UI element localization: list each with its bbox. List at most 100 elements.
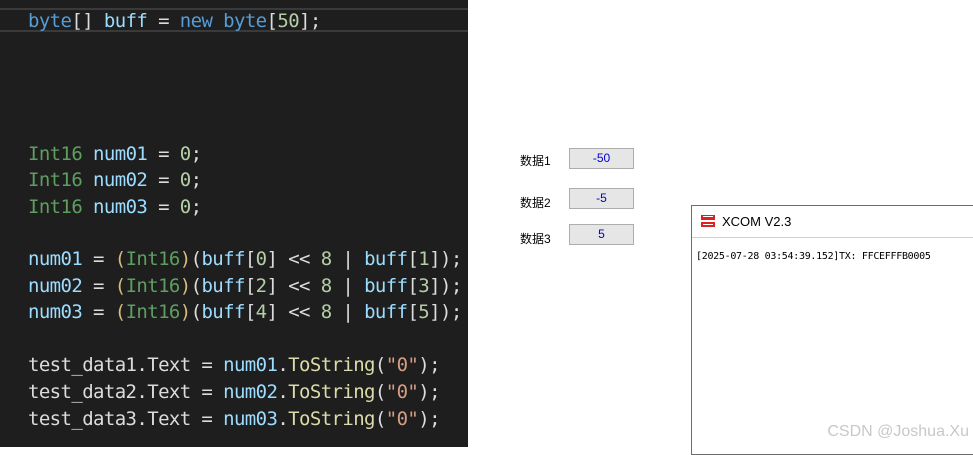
atk-logo-icon	[700, 213, 716, 229]
code-token: buff	[364, 248, 408, 270]
code-token: );	[418, 354, 440, 376]
code-token: [	[407, 275, 419, 297]
code-token: 5	[418, 301, 430, 323]
code-token: =	[190, 381, 224, 403]
code-token: [	[244, 275, 256, 297]
code-token: ;	[190, 169, 202, 191]
xcom-log-text: [2025-07-28 03:54:39.152]TX: FFCEFFFB000…	[696, 251, 931, 262]
code-token: [	[244, 301, 256, 323]
code-token: |	[331, 275, 365, 297]
code-token: 8	[320, 275, 332, 297]
code-token: (	[114, 301, 126, 323]
code-token: num02	[93, 169, 148, 191]
code-token: );	[418, 408, 440, 430]
field-label-3: 数据3	[520, 232, 551, 246]
field-label-1: 数据1	[520, 154, 551, 168]
code-token: =	[147, 143, 180, 165]
code-token: "0"	[385, 408, 419, 430]
code-token: buff	[201, 275, 245, 297]
code-token: (	[190, 275, 202, 297]
code-line: num01 = (Int16)(buff[0] << 8 | buff[1]);	[28, 246, 462, 272]
code-token: 8	[320, 248, 332, 270]
code-token: num03	[93, 196, 148, 218]
code-token: Int16	[125, 275, 181, 297]
code-token: .	[277, 354, 289, 376]
code-token: =	[82, 248, 115, 270]
code-token: )	[179, 248, 191, 270]
code-token: .	[277, 381, 289, 403]
code-token: Int16	[28, 196, 83, 218]
code-token: test_data3	[28, 408, 137, 430]
code-token: Int16	[28, 169, 83, 191]
code-token: (	[374, 408, 386, 430]
code-token: buff	[201, 248, 245, 270]
code-token: |	[331, 248, 365, 270]
code-token: .	[136, 354, 148, 376]
code-token: 4	[255, 301, 267, 323]
code-token: ];	[299, 10, 321, 32]
code-token: ToString	[288, 408, 375, 430]
test-data3-textbox[interactable]: 5	[569, 224, 634, 245]
code-token: []	[71, 10, 104, 32]
xcom-titlebar[interactable]: XCOM V2.3	[692, 206, 973, 238]
code-token: ] <<	[266, 248, 321, 270]
code-token: .	[277, 408, 289, 430]
code-token: Int16	[28, 143, 83, 165]
code-token: num01	[93, 143, 148, 165]
code-line: Int16 num02 = 0;	[28, 167, 202, 193]
code-token: .	[136, 408, 148, 430]
code-token: buff	[201, 301, 245, 323]
code-token: ] <<	[266, 301, 321, 323]
code-token: (	[190, 301, 202, 323]
code-token: [	[266, 10, 278, 32]
code-token: (	[114, 248, 126, 270]
field-label-2: 数据2	[520, 196, 551, 210]
code-token: (	[190, 248, 202, 270]
xcom-title: XCOM V2.3	[722, 214, 792, 229]
code-token: ToString	[288, 381, 375, 403]
code-token: =	[147, 10, 180, 32]
code-token: 50	[277, 10, 300, 32]
code-token: =	[147, 196, 180, 218]
code-token: 0	[179, 143, 191, 165]
code-token: byte	[223, 10, 267, 32]
code-token: test_data1	[28, 354, 137, 376]
code-token: ;	[190, 196, 202, 218]
code-editor: byte[] buff = new byte[50]; Int16 num01 …	[0, 0, 468, 447]
code-token: =	[82, 275, 115, 297]
code-token: Text	[147, 354, 191, 376]
code-token: =	[190, 408, 224, 430]
code-token: num02	[28, 275, 83, 297]
code-token: 1	[418, 248, 430, 270]
code-token: byte	[28, 10, 72, 32]
xcom-window: XCOM V2.3 [2025-07-28 03:54:39.152]TX: F…	[691, 205, 973, 455]
test-data2-textbox[interactable]: -5	[569, 188, 634, 209]
code-token: buff	[364, 301, 408, 323]
code-token: )	[179, 301, 191, 323]
test-data1-value: -50	[592, 151, 611, 165]
code-token: 8	[320, 301, 332, 323]
code-token: buff	[364, 275, 408, 297]
code-token: "0"	[385, 354, 419, 376]
code-token: num03	[28, 301, 83, 323]
code-token: "0"	[385, 381, 419, 403]
code-token: new	[179, 10, 213, 32]
code-token: ]);	[429, 248, 462, 270]
code-line: byte[] buff = new byte[50];	[28, 8, 321, 34]
code-token: 0	[179, 169, 191, 191]
test-data1-textbox[interactable]: -50	[569, 148, 634, 169]
code-token: (	[374, 354, 386, 376]
code-line: Int16 num01 = 0;	[28, 141, 202, 167]
code-token: =	[190, 354, 224, 376]
code-token: Int16	[125, 301, 181, 323]
code-token: .	[136, 381, 148, 403]
code-token: ;	[190, 143, 202, 165]
code-line: Int16 num03 = 0;	[28, 194, 202, 220]
code-line: test_data3.Text = num03.ToString("0");	[28, 406, 441, 432]
code-token: num01	[28, 248, 83, 270]
code-token: |	[331, 301, 365, 323]
code-line: num02 = (Int16)(buff[2] << 8 | buff[3]);	[28, 273, 462, 299]
code-token: (	[374, 381, 386, 403]
